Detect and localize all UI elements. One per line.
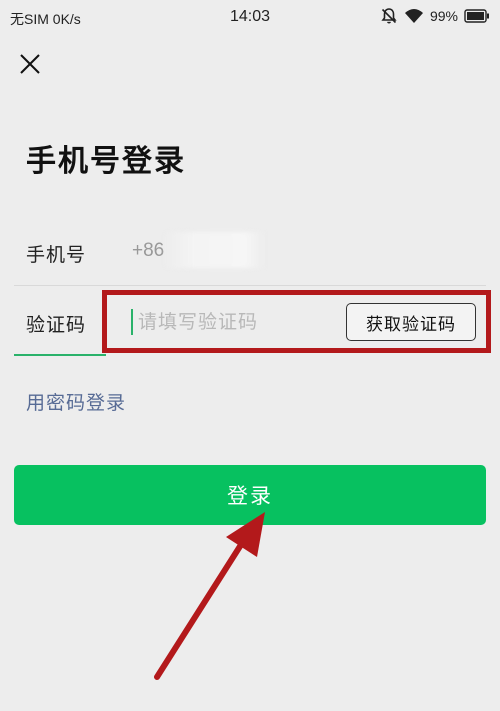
redacted-phone-number xyxy=(164,232,264,268)
login-button[interactable]: 登录 xyxy=(14,465,486,525)
phone-label: 手机号 xyxy=(26,244,87,266)
password-login-link[interactable]: 用密码登录 xyxy=(26,388,126,415)
status-icons: 99% xyxy=(380,7,490,25)
annotation-highlight-box xyxy=(102,290,491,353)
page-title: 手机号登录 xyxy=(26,144,186,179)
phone-field-row[interactable]: 手机号 +86 xyxy=(14,218,486,286)
code-field-underline xyxy=(14,354,106,356)
battery-icon xyxy=(464,9,490,23)
code-label: 验证码 xyxy=(26,314,87,336)
close-icon xyxy=(20,54,40,74)
status-bar: 无SIM 0K/s 14:03 99% xyxy=(0,0,500,36)
close-button[interactable] xyxy=(14,48,46,80)
battery-percent: 99% xyxy=(429,8,458,24)
bell-off-icon xyxy=(380,7,398,25)
phone-value[interactable]: +86 xyxy=(132,240,164,262)
wifi-icon xyxy=(404,8,424,24)
